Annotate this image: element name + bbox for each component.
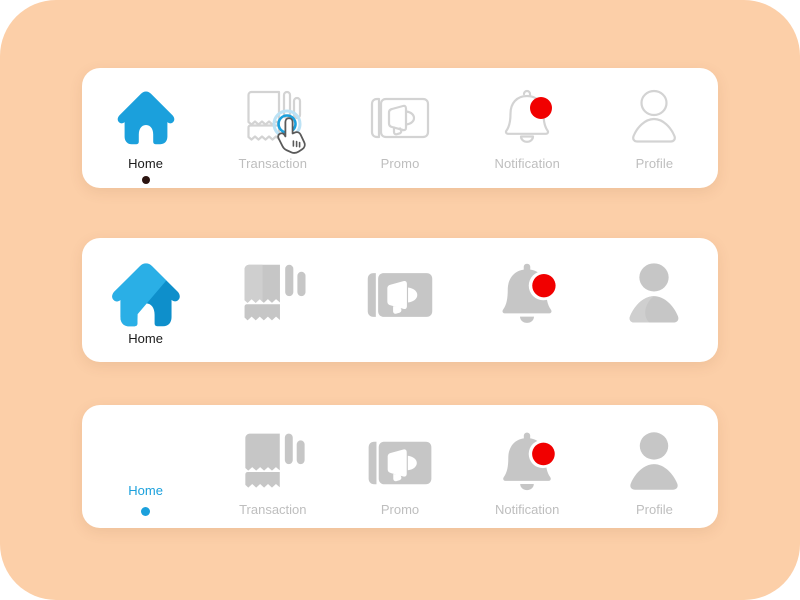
nav-item-profile[interactable]: Profile [591, 405, 718, 528]
nav-item-home[interactable]: Home [82, 405, 209, 528]
nav-item-promo[interactable]: Promo [336, 405, 463, 528]
bell-icon [505, 89, 553, 143]
home-icon [117, 91, 174, 145]
bell-icon [503, 432, 558, 491]
receipt-icon [245, 433, 305, 488]
nav-item-notification[interactable]: Notification [464, 68, 591, 188]
nav-label-transaction: Transaction [238, 156, 308, 171]
active-indicator-dot [141, 507, 151, 516]
nav-item-transaction[interactable]: Transaction [209, 68, 336, 188]
active-indicator-dot [141, 176, 150, 184]
nav-label-home: Home [128, 331, 163, 346]
nav-item-profile[interactable]: Profile [591, 68, 718, 188]
bell-icon-slot [491, 260, 563, 330]
receipt-icon-slot [237, 429, 309, 497]
user-icon [630, 263, 679, 323]
nav-label-home: Home [128, 483, 163, 498]
nav-item-notification[interactable]: Notification [464, 405, 591, 528]
ticket-megaphone-icon-slot [370, 90, 430, 146]
nav-label-notification: Notification [494, 156, 560, 171]
nav-item-home[interactable]: Home [82, 238, 209, 362]
nav-item-promo[interactable]: Promo [336, 238, 463, 362]
nav-item-notification[interactable]: Notification [464, 238, 591, 362]
nav-label-profile: Profile [635, 156, 674, 171]
nav-item-transaction[interactable]: Transaction [209, 405, 336, 528]
bell-icon-slot [491, 429, 563, 497]
receipt-icon [244, 264, 306, 321]
ticket-megaphone-icon [370, 97, 430, 139]
nav-item-home[interactable]: Home [82, 68, 209, 188]
user-icon-slot [624, 89, 684, 146]
home-icon [111, 263, 180, 327]
receipt-icon-slot [243, 90, 306, 154]
notification-badge [532, 274, 556, 298]
home-icon-slot [110, 260, 182, 330]
user-icon-slot [618, 260, 690, 330]
bottom-navbar-outline: Home Transaction Promo Notification Prof… [82, 68, 718, 188]
ticket-megaphone-icon-slot [364, 429, 436, 497]
ticket-megaphone-icon [368, 441, 432, 485]
nav-label-promo: Promo [380, 156, 420, 171]
home-icon-slot [116, 90, 176, 146]
home-active-text-slot: Home [128, 429, 163, 501]
nav-label-notification: Notification [495, 502, 560, 517]
nav-label-transaction: Transaction [239, 502, 307, 517]
user-icon [630, 432, 679, 490]
nav-item-transaction[interactable]: Transaction [209, 238, 336, 362]
ticket-megaphone-icon [367, 273, 433, 317]
ticket-megaphone-icon-slot [364, 260, 436, 330]
nav-label-promo: Promo [380, 502, 420, 517]
nav-label-profile: Profile [635, 502, 673, 517]
nav-label-home: Home [128, 156, 164, 171]
notification-badge [530, 97, 553, 119]
notification-badge [532, 442, 555, 466]
receipt-icon [247, 90, 301, 141]
receipt-icon-slot [237, 260, 309, 330]
user-icon [632, 89, 677, 143]
bell-icon-slot [497, 89, 557, 146]
bottom-navbar-filled: Home Transaction [82, 238, 718, 362]
bell-icon [502, 263, 559, 323]
screenshot-stage: Home Transaction Promo Notification Prof… [0, 0, 800, 600]
user-icon-slot [618, 429, 690, 497]
nav-item-profile[interactable]: Profile [591, 238, 718, 362]
nav-item-promo[interactable]: Promo [336, 68, 463, 188]
bottom-navbar-filled-labeled: Home Transaction Promo Notification Prof… [82, 405, 718, 528]
